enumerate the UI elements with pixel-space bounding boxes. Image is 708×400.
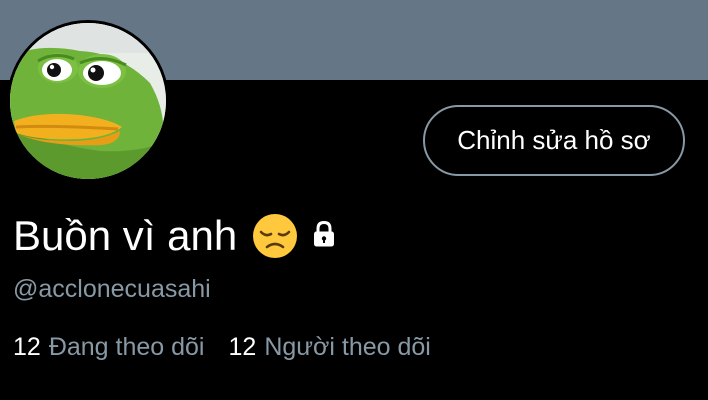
following-label: Đang theo dõi <box>48 333 205 361</box>
lock-icon <box>314 220 335 247</box>
avatar[interactable] <box>10 23 166 179</box>
display-name: Buồn vì anh <box>13 212 238 259</box>
following-link[interactable]: 12 Đang theo dõi <box>13 330 205 364</box>
edit-profile-button[interactable]: Chỉnh sửa hồ sơ <box>423 105 685 176</box>
pepe-frog-avatar-icon <box>10 23 166 179</box>
name-row: Buồn vì anh <box>13 208 339 264</box>
followers-link[interactable]: 12 Người theo dõi <box>229 330 431 364</box>
followers-label: Người theo dõi <box>264 333 431 361</box>
followers-count: 12 <box>228 333 257 361</box>
disappointed-face-icon <box>253 214 298 258</box>
following-count: 12 <box>13 333 41 361</box>
follow-stats: 12 Đang theo dõi 12 Người theo dõi <box>13 330 431 364</box>
user-handle: @acclonecuasahi <box>13 275 211 303</box>
